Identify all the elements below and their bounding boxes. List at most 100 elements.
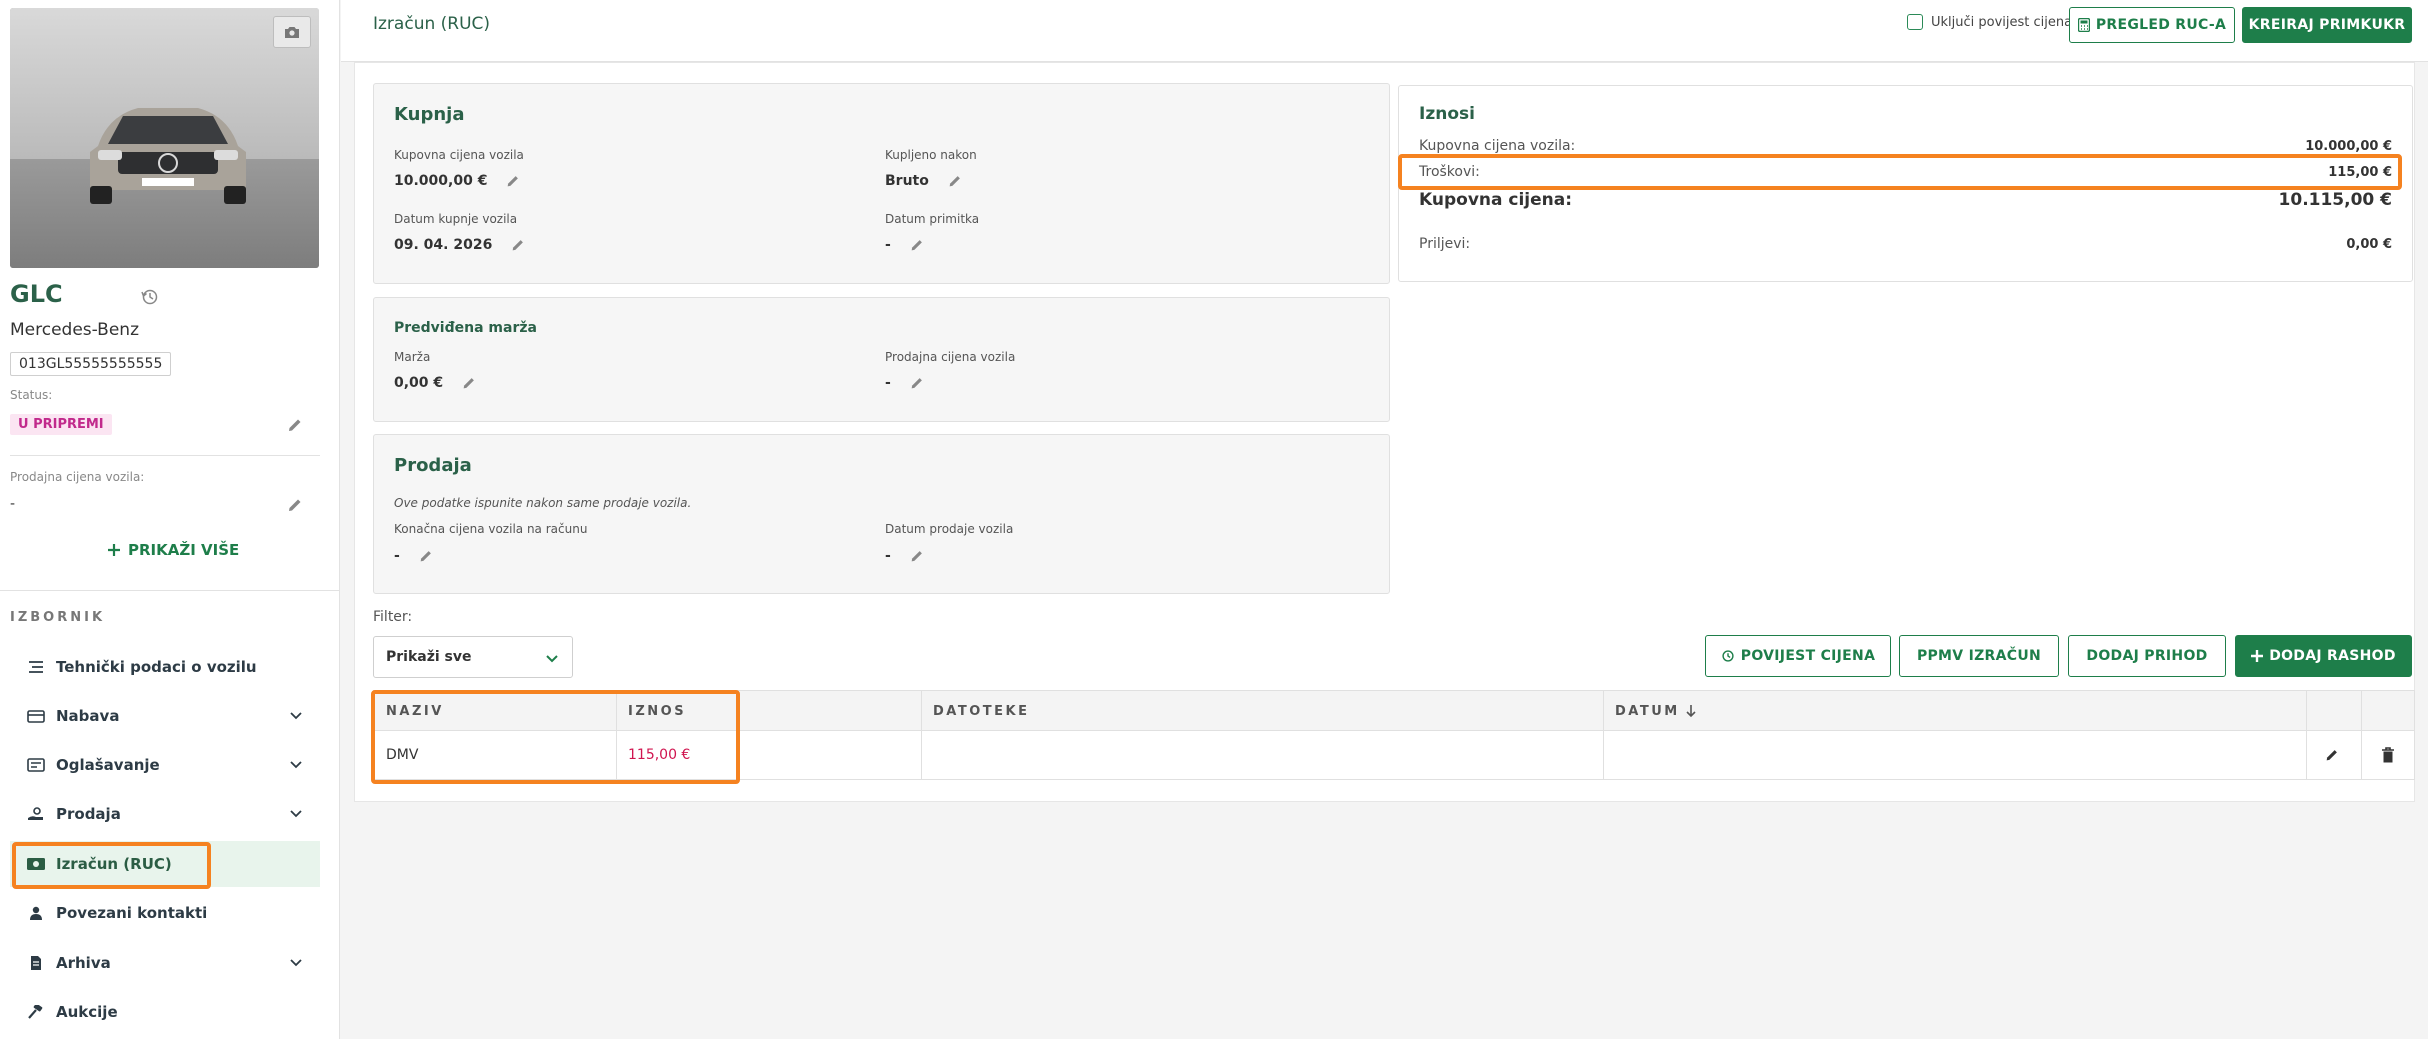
add-expense-button[interactable]: DODAJ RASHOD: [2235, 635, 2412, 677]
margin-sale-price-label: Prodajna cijena vozila: [885, 350, 1016, 364]
car-image: [90, 108, 246, 204]
edit-row-button[interactable]: [2306, 731, 2361, 779]
menu-item-related-contacts[interactable]: Povezani kontakti: [10, 890, 320, 936]
camera-icon: [285, 27, 299, 38]
iznosi-total-value: 10.115,00 €: [2278, 190, 2392, 210]
sale-date-value: -: [885, 548, 891, 564]
price-history-button[interactable]: POVIJEST CIJENA: [1705, 635, 1891, 677]
preview-ruc-button[interactable]: PREGLED RUC-A: [2069, 7, 2235, 43]
iznosi-income-label: Priljevi:: [1419, 236, 1471, 252]
create-primkukr-button[interactable]: KREIRAJ PRIMKUKR: [2242, 7, 2412, 43]
edit-pencil-icon[interactable]: [418, 548, 434, 564]
vehicle-vin: 013GL55555555555: [10, 352, 172, 376]
arrow-down-icon: [1686, 705, 1696, 718]
filter-select[interactable]: Prikaži sve: [373, 636, 573, 678]
prodaja-panel: Prodaja Ove podatke ispunite nakon same …: [373, 434, 1390, 594]
iznosi-row-purchase: Kupovna cijena vozila: 10.000,00 €: [1419, 138, 2392, 154]
cell-datum: [1603, 731, 2306, 779]
iznosi-income-value: 0,00 €: [2346, 236, 2392, 252]
prodaja-title: Prodaja: [394, 455, 472, 476]
edit-pencil-icon[interactable]: [505, 173, 521, 189]
column-header-naziv[interactable]: NAZIV: [374, 691, 616, 731]
history-icon[interactable]: [140, 287, 160, 307]
money-bill-icon: [26, 856, 46, 872]
edit-sale-price-pencil-icon[interactable]: [286, 496, 304, 514]
menu-item-izracun-ruc[interactable]: Izračun (RUC): [10, 841, 320, 887]
iznosi-total-label: Kupovna cijena:: [1419, 190, 1573, 210]
menu-item-label: Prodaja: [56, 805, 121, 823]
menu-item-label: Povezani kontakti: [56, 904, 208, 922]
margin-value: 0,00 €: [394, 375, 444, 391]
add-income-button[interactable]: DODAJ PRIHOD: [2068, 635, 2226, 677]
include-history-checkbox[interactable]: [1907, 14, 1923, 30]
vehicle-photo[interactable]: [10, 8, 319, 268]
iznosi-row-costs: Troškovi: 115,00 €: [1419, 164, 2392, 180]
show-more-button[interactable]: PRIKAŽI VIŠE: [108, 541, 239, 559]
edit-pencil-icon[interactable]: [909, 548, 925, 564]
delete-row-button[interactable]: [2361, 731, 2416, 779]
transactions-table: NAZIV IZNOS DATOTEKE DATUM DMV 115,00 €: [373, 690, 2415, 780]
bought-after-field: Bruto: [885, 173, 963, 189]
final-price-label: Konačna cijena vozila na računu: [394, 522, 588, 536]
sidebar: GLC Mercedes-Benz 013GL55555555555 Statu…: [0, 0, 340, 1039]
ppmv-calc-button[interactable]: PPMV IZRAČUN: [1899, 635, 2059, 677]
menu-item-label: Nabava: [56, 707, 120, 725]
menu-item-oglasavanje[interactable]: Oglašavanje: [10, 742, 320, 788]
sidebar-divider: [10, 455, 320, 456]
final-price-value: -: [394, 548, 400, 564]
add-expense-label: DODAJ RASHOD: [2269, 648, 2396, 664]
menu-item-nabava[interactable]: Nabava: [10, 693, 320, 739]
sale-date-field: -: [885, 548, 925, 564]
edit-pencil-icon: [2326, 750, 2337, 761]
menu-item-technical-data[interactable]: Tehnički podaci o vozilu: [10, 644, 320, 690]
menu-item-label: Arhiva: [56, 954, 111, 972]
edit-pencil-icon[interactable]: [909, 375, 925, 391]
sale-price-label: Prodajna cijena vozila:: [10, 470, 145, 484]
iznosi-costs-value: 115,00 €: [2328, 164, 2392, 180]
iznosi-purchase-label: Kupovna cijena vozila:: [1419, 138, 1576, 154]
include-history-toggle[interactable]: Uključi povijest cijena: [1907, 14, 2072, 30]
column-header-iznos[interactable]: IZNOS: [616, 691, 921, 731]
trash-icon: [2382, 747, 2394, 763]
purchase-price-value: 10.000,00 €: [394, 173, 488, 189]
cell-datoteke: [921, 731, 1603, 779]
cell-naziv: DMV: [386, 747, 419, 763]
hand-holding-icon: [26, 806, 46, 822]
receipt-date-value: -: [885, 237, 891, 253]
change-photo-button[interactable]: [273, 16, 311, 48]
kupnja-panel: Kupnja Kupovna cijena vozila 10.000,00 €…: [373, 83, 1390, 284]
final-price-field: -: [394, 548, 434, 564]
vehicle-make: Mercedes-Benz: [10, 320, 140, 340]
edit-pencil-icon[interactable]: [909, 237, 925, 253]
list-icon: [26, 659, 46, 675]
edit-pencil-icon[interactable]: [947, 173, 963, 189]
purchase-date-label: Datum kupnje vozila: [394, 212, 518, 226]
margin-field: 0,00 €: [394, 375, 477, 391]
include-history-label: Uključi povijest cijena: [1931, 14, 2073, 30]
menu-item-arhiva[interactable]: Arhiva: [10, 940, 320, 986]
chevron-down-icon: [290, 712, 302, 720]
edit-status-pencil-icon[interactable]: [286, 416, 304, 434]
margin-sale-price-field: -: [885, 375, 925, 391]
purchase-date-value: 09. 04. 2026: [394, 237, 493, 253]
chevron-down-icon: [290, 959, 302, 967]
file-icon: [26, 955, 46, 971]
menu-item-aukcije[interactable]: Aukcije: [10, 989, 320, 1035]
filter-selected-value: Prikaži sve: [386, 649, 472, 665]
chevron-down-icon: [290, 810, 302, 818]
edit-pencil-icon[interactable]: [461, 375, 477, 391]
column-header-datoteke[interactable]: DATOTEKE: [921, 691, 1603, 731]
menu-item-label: Oglašavanje: [56, 756, 160, 774]
menu-title: IZBORNIK: [10, 610, 106, 625]
column-header-datum[interactable]: DATUM: [1603, 691, 1931, 731]
price-history-label: POVIJEST CIJENA: [1740, 648, 1876, 664]
bought-after-value: Bruto: [885, 173, 929, 189]
menu-item-label: Izračun (RUC): [56, 855, 172, 873]
edit-pencil-icon[interactable]: [510, 237, 526, 253]
bought-after-label: Kupljeno nakon: [885, 148, 977, 162]
show-more-label: PRIKAŽI VIŠE: [128, 541, 240, 559]
plus-icon: [2251, 650, 2264, 662]
menu-item-prodaja[interactable]: Prodaja: [10, 791, 320, 837]
margin-title: Predviđena marža: [394, 320, 537, 336]
iznosi-panel: Iznosi Kupovna cijena vozila: 10.000,00 …: [1398, 85, 2413, 282]
